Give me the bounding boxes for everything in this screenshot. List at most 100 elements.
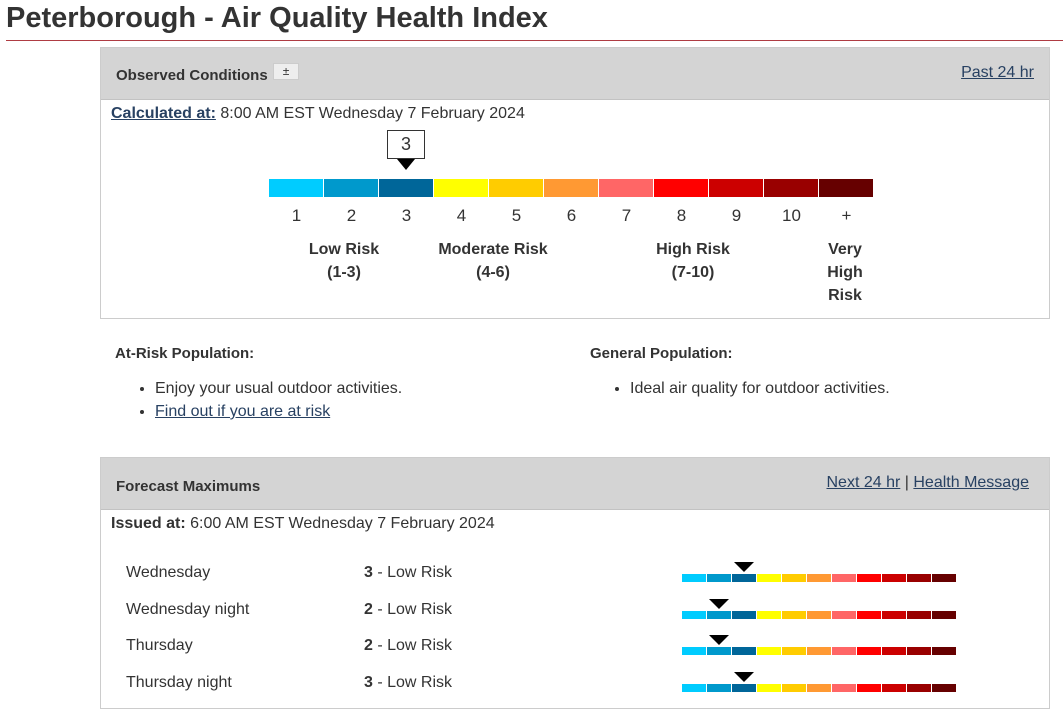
mini-scale-segment: [732, 611, 756, 619]
scale-number: 6: [566, 206, 577, 225]
risk-very-high-line2: High: [827, 264, 863, 281]
forecast-pointer-icon: [709, 635, 729, 645]
forecast-pointer-icon: [734, 672, 754, 682]
mini-scale-segment: [782, 684, 806, 692]
scale-segment-11: [819, 179, 873, 197]
mini-scale-segment: [857, 684, 881, 692]
risk-moderate-range: (4-6): [476, 264, 510, 281]
mini-scale-segment: [732, 574, 756, 582]
mini-scale-segment: [707, 574, 731, 582]
mini-scale-segment: [907, 574, 931, 582]
past-24hr-link[interactable]: Past 24 hr: [961, 64, 1034, 82]
mini-scale-segment: [807, 574, 831, 582]
observed-conditions-panel: Observed Conditions ± Past 24 hr Calcula…: [100, 47, 1050, 319]
scale-segment-10: [764, 179, 818, 197]
scale-segment-8: [654, 179, 708, 197]
issued-at-label: Issued at:: [111, 515, 186, 532]
forecast-links: Next 24 hr | Health Message: [827, 474, 1030, 492]
current-aqhi-value: 3: [387, 130, 425, 159]
general-population-heading: General Population:: [590, 345, 733, 362]
mini-scale-segment: [782, 647, 806, 655]
issued-at-line: Issued at: 6:00 AM EST Wednesday 7 Febru…: [111, 515, 495, 533]
risk-high-range: (7-10): [671, 264, 715, 281]
calculated-at-link[interactable]: Calculated at:: [111, 105, 216, 122]
forecast-day: Wednesday night: [126, 601, 250, 618]
scale-segment-2: [324, 179, 378, 197]
forecast-index: 2: [364, 601, 373, 618]
forecast-index: 2: [364, 637, 373, 654]
mini-scale-segment: [757, 574, 781, 582]
mini-scale-segment: [832, 684, 856, 692]
link-separator: |: [904, 474, 909, 491]
risk-label-moderate: Moderate Risk (4-6): [423, 238, 563, 284]
next-24hr-link[interactable]: Next 24 hr: [827, 474, 901, 491]
mini-scale-segment: [857, 611, 881, 619]
mini-scale-segment: [682, 647, 706, 655]
expand-toggle-button[interactable]: ±: [273, 63, 299, 80]
mini-scale-segment: [682, 574, 706, 582]
observed-heading-bar: Observed Conditions ± Past 24 hr: [101, 48, 1049, 100]
mini-scale-segment: [757, 611, 781, 619]
risk-high-name: High Risk: [656, 241, 730, 258]
forecast-mini-scale: [682, 562, 957, 582]
scale-segment-3: [379, 179, 433, 197]
scale-number: +: [841, 206, 852, 225]
calculated-at-line: Calculated at: 8:00 AM EST Wednesday 7 F…: [111, 105, 525, 123]
risk-label-very-high: Very High Risk: [775, 238, 915, 307]
mini-scale-segment: [682, 611, 706, 619]
mini-scale-segment: [882, 574, 906, 582]
forecast-panel: Forecast Maximums Next 24 hr | Health Me…: [100, 457, 1050, 709]
mini-scale-segment: [732, 684, 756, 692]
forecast-day: Thursday: [126, 637, 193, 654]
mini-scale-segment: [832, 647, 856, 655]
risk-label-high: High Risk (7-10): [623, 238, 763, 284]
forecast-value: 2 - Low Risk: [364, 601, 452, 619]
scale-segment-4: [434, 179, 488, 197]
scale-segment-1: [269, 179, 323, 197]
forecast-index: 3: [364, 564, 373, 581]
risk-moderate-name: Moderate Risk: [438, 241, 548, 258]
scale-number: 8: [676, 206, 687, 225]
mini-scale-segment: [907, 647, 931, 655]
scale-segment-9: [709, 179, 763, 197]
mini-scale-segment: [707, 647, 731, 655]
mini-scale-segment: [782, 611, 806, 619]
mini-scale-segment: [932, 611, 956, 619]
health-message-link[interactable]: Health Message: [913, 474, 1029, 491]
forecast-risk: - Low Risk: [372, 601, 453, 618]
forecast-value: 3 - Low Risk: [364, 674, 452, 692]
mini-scale-segment: [707, 684, 731, 692]
current-pointer-icon: [397, 159, 415, 170]
risk-very-high-line1: Very: [828, 241, 862, 258]
risk-label-low: Low Risk (1-3): [274, 238, 414, 284]
mini-scale-segment: [807, 611, 831, 619]
mini-scale-segment: [807, 647, 831, 655]
mini-scale-segment: [882, 611, 906, 619]
scale-segment-7: [599, 179, 653, 197]
mini-scale-segment: [907, 684, 931, 692]
forecast-mini-scale: [682, 672, 957, 692]
at-risk-heading: At-Risk Population:: [115, 345, 255, 362]
scale-number: 7: [621, 206, 632, 225]
title-divider: [6, 40, 1063, 41]
mini-scale-segment: [732, 647, 756, 655]
scale-number: 2: [346, 206, 357, 225]
page-title: Peterborough - Air Quality Health Index: [6, 2, 548, 34]
issued-at-value: 6:00 AM EST Wednesday 7 February 2024: [185, 515, 495, 532]
scale-number: 1: [291, 206, 302, 225]
forecast-pointer-icon: [709, 599, 729, 609]
risk-low-range: (1-3): [327, 264, 361, 281]
forecast-heading: Forecast Maximums: [116, 478, 261, 495]
forecast-day: Wednesday: [126, 564, 211, 581]
mini-scale-segment: [707, 611, 731, 619]
general-population-item: Ideal air quality for outdoor activities…: [630, 377, 890, 400]
forecast-day: Thursday night: [126, 674, 232, 691]
scale-segment-5: [489, 179, 543, 197]
mini-scale-segment: [857, 647, 881, 655]
mini-scale-segment: [782, 574, 806, 582]
forecast-heading-bar: Forecast Maximums Next 24 hr | Health Me…: [101, 458, 1049, 510]
find-out-at-risk-link[interactable]: Find out if you are at risk: [155, 403, 330, 420]
forecast-index: 3: [364, 674, 373, 691]
scale-segment-6: [544, 179, 598, 197]
mini-scale-segment: [757, 647, 781, 655]
